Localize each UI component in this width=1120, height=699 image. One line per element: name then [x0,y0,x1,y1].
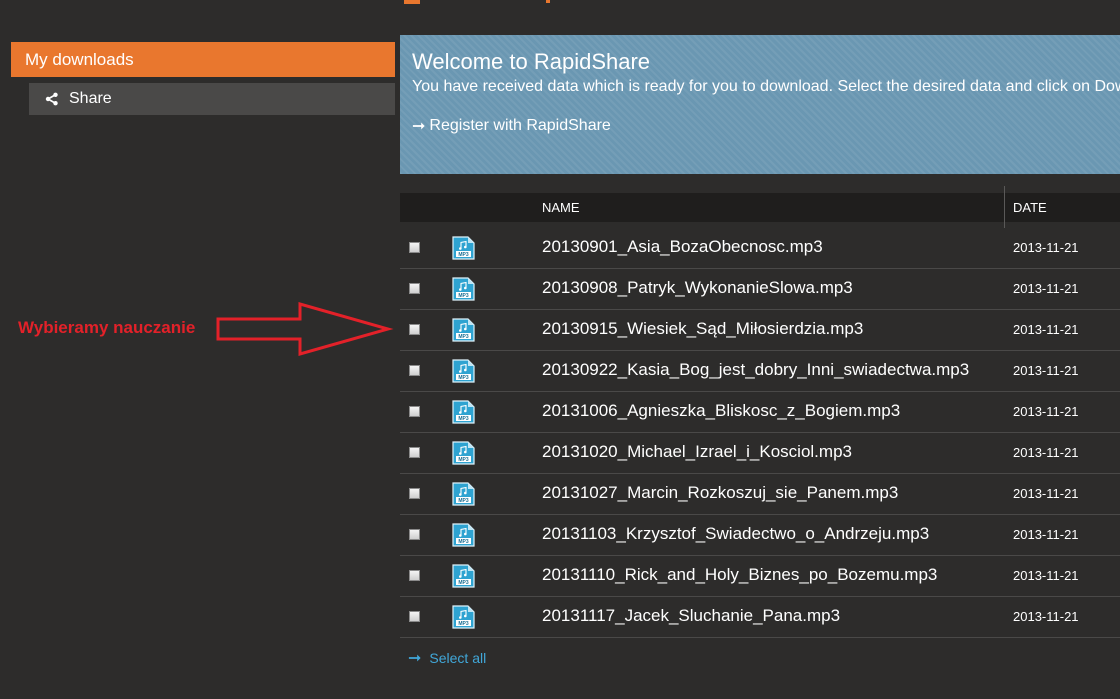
table-row[interactable]: MP3 20130922_Kasia_Bog_jest_dobry_Inni_s… [400,351,1120,392]
svg-text:MP3: MP3 [458,621,469,627]
column-header-name[interactable]: NAME [542,200,580,215]
table-row[interactable]: MP3 20131020_Michael_Izrael_i_Kosciol.mp… [400,433,1120,474]
mp3-file-icon: MP3 [452,236,475,260]
file-date: 2013-11-21 [1013,281,1079,296]
file-date: 2013-11-21 [1013,404,1079,419]
file-date: 2013-11-21 [1013,486,1079,501]
table-row[interactable]: MP3 20131117_Jacek_Sluchanie_Pana.mp3 20… [400,597,1120,638]
file-date: 2013-11-21 [1013,240,1079,255]
mp3-file-icon: MP3 [452,564,475,588]
svg-text:MP3: MP3 [458,416,469,422]
row-checkbox[interactable] [409,324,420,335]
svg-text:MP3: MP3 [458,539,469,545]
row-checkbox[interactable] [409,447,420,458]
file-name-link[interactable]: 20130915_Wiesiek_Sąd_Miłosierdzia.mp3 [542,319,863,339]
register-link[interactable]: ➞ Register with RapidShare [412,116,1120,136]
column-header-date[interactable]: DATE [1013,200,1047,215]
top-brand-fragment [404,0,420,4]
file-table-header: NAME DATE [400,186,1120,228]
mp3-file-icon: MP3 [452,277,475,301]
mp3-file-icon: MP3 [452,359,475,383]
table-row[interactable]: MP3 20131027_Marcin_Rozkoszuj_sie_Panem.… [400,474,1120,515]
file-name-link[interactable]: 20131117_Jacek_Sluchanie_Pana.mp3 [542,606,840,626]
file-name-link[interactable]: 20130922_Kasia_Bog_jest_dobry_Inni_swiad… [542,360,969,380]
top-brand-fragment-2 [546,0,550,3]
svg-text:MP3: MP3 [458,580,469,586]
welcome-message: You have received data which is ready fo… [412,78,1120,95]
row-checkbox[interactable] [409,365,420,376]
table-row[interactable]: MP3 20131006_Agnieszka_Bliskosc_z_Bogiem… [400,392,1120,433]
file-name-link[interactable]: 20131006_Agnieszka_Bliskosc_z_Bogiem.mp3 [542,401,900,421]
svg-text:MP3: MP3 [458,498,469,504]
row-checkbox[interactable] [409,283,420,294]
file-date: 2013-11-21 [1013,609,1079,624]
file-date: 2013-11-21 [1013,322,1079,337]
annotation-arrow-icon [216,302,394,356]
row-checkbox[interactable] [409,406,420,417]
arrow-right-icon: ➞ [408,650,422,667]
file-name-link[interactable]: 20131027_Marcin_Rozkoszuj_sie_Panem.mp3 [542,483,898,503]
svg-text:MP3: MP3 [458,457,469,463]
svg-text:MP3: MP3 [458,293,469,299]
sidebar-item-label: My downloads [25,49,134,69]
svg-text:MP3: MP3 [458,375,469,381]
sidebar-item-my-downloads[interactable]: My downloads [11,42,395,77]
file-name-link[interactable]: 20131103_Krzysztof_Swiadectwo_o_Andrzeju… [542,524,929,544]
row-checkbox[interactable] [409,242,420,253]
file-name-link[interactable]: 20131020_Michael_Izrael_i_Kosciol.mp3 [542,442,852,462]
mp3-file-icon: MP3 [452,318,475,342]
file-name-link[interactable]: 20130908_Patryk_WykonanieSlowa.mp3 [542,278,853,298]
svg-text:MP3: MP3 [458,334,469,340]
file-table-body: MP3 20130901_Asia_BozaObecnosc.mp3 2013-… [400,228,1120,638]
file-date: 2013-11-21 [1013,445,1079,460]
mp3-file-icon: MP3 [452,400,475,424]
table-row[interactable]: MP3 20130915_Wiesiek_Sąd_Miłosierdzia.mp… [400,310,1120,351]
table-row[interactable]: MP3 20130901_Asia_BozaObecnosc.mp3 2013-… [400,228,1120,269]
mp3-file-icon: MP3 [452,482,475,506]
annotation-label: Wybieramy nauczanie [18,318,196,337]
file-date: 2013-11-21 [1013,363,1079,378]
row-checkbox[interactable] [409,611,420,622]
table-row[interactable]: MP3 20131103_Krzysztof_Swiadectwo_o_Andr… [400,515,1120,556]
welcome-banner: Welcome to RapidShare You have received … [400,35,1120,174]
file-date: 2013-11-21 [1013,568,1079,583]
file-date: 2013-11-21 [1013,527,1079,542]
sidebar-item-label: Share [69,90,112,107]
row-checkbox[interactable] [409,570,420,581]
arrow-right-icon: ➞ [412,118,426,135]
file-name-link[interactable]: 20130901_Asia_BozaObecnosc.mp3 [542,237,823,257]
svg-text:MP3: MP3 [458,252,469,258]
mp3-file-icon: MP3 [452,441,475,465]
select-all-label: Select all [429,650,487,666]
select-all-link[interactable]: ➞ Select all [408,648,486,668]
share-icon [45,92,58,106]
table-row[interactable]: MP3 20131110_Rick_and_Holy_Biznes_po_Boz… [400,556,1120,597]
column-divider [1004,186,1005,228]
row-checkbox[interactable] [409,488,420,499]
welcome-title: Welcome to RapidShare [412,49,651,74]
register-link-label: Register with RapidShare [429,117,611,134]
table-row[interactable]: MP3 20130908_Patryk_WykonanieSlowa.mp3 2… [400,269,1120,310]
sidebar-item-share[interactable]: Share [29,83,395,115]
file-name-link[interactable]: 20131110_Rick_and_Holy_Biznes_po_Bozemu.… [542,565,937,585]
row-checkbox[interactable] [409,529,420,540]
mp3-file-icon: MP3 [452,605,475,629]
mp3-file-icon: MP3 [452,523,475,547]
